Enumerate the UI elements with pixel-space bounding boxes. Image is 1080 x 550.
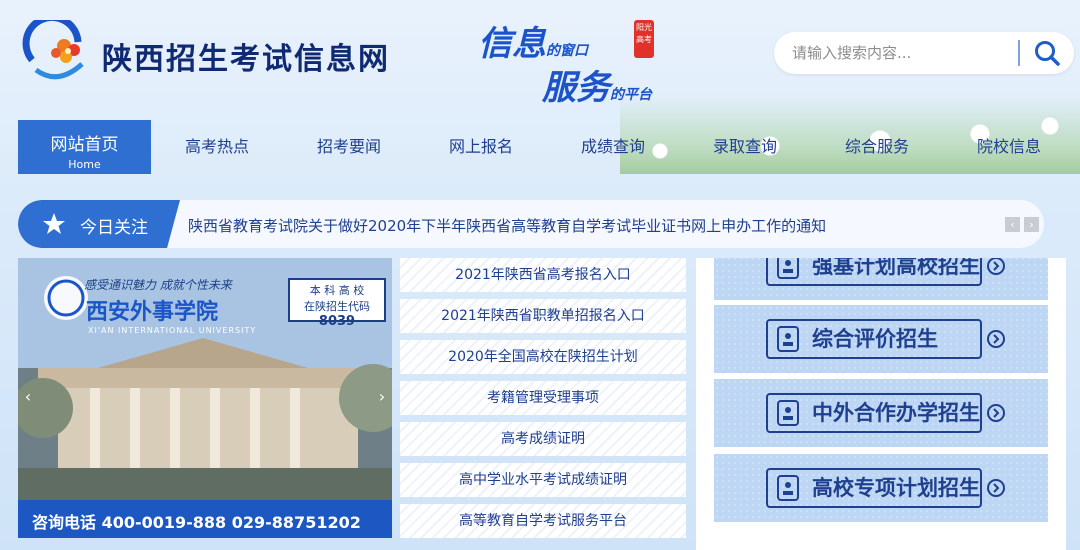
- button-label: 综合评价招生: [812, 326, 938, 351]
- site-title[interactable]: 陕西招生考试信息网: [102, 34, 390, 78]
- quick-link-score-certificate[interactable]: 高考成绩证明: [400, 422, 686, 456]
- nav-item-services[interactable]: 综合服务: [811, 120, 943, 174]
- button-label: 高校专项计划招生: [812, 475, 980, 500]
- search-box: [774, 32, 1074, 74]
- quick-link-academic-level-certificate[interactable]: 高中学业水平考试成绩证明: [400, 463, 686, 497]
- seal-stamp: 阳光高考: [634, 20, 654, 58]
- document-icon: [777, 258, 799, 279]
- strong-foundation-button[interactable]: 强基计划高校招生: [714, 258, 1048, 300]
- banner-slogan: 感受通识魅力 成就个性未来: [84, 278, 232, 292]
- badge-code: 8039: [318, 314, 356, 329]
- nav-item-admission-query[interactable]: 录取查询: [679, 120, 811, 174]
- nav-item-gaokao-hot[interactable]: 高考热点: [151, 120, 283, 174]
- document-icon: [777, 326, 799, 352]
- quick-link-registry-matters[interactable]: 考籍管理受理事项: [400, 381, 686, 415]
- quick-link-enrollment-plan[interactable]: 2020年全国高校在陕招生计划: [400, 340, 686, 374]
- nav-sublabel: Home: [68, 158, 101, 171]
- nav-item-score-query[interactable]: 成绩查询: [547, 120, 679, 174]
- nav-item-school-info[interactable]: 院校信息: [943, 120, 1075, 174]
- button-label: 中外合作办学招生: [812, 400, 980, 425]
- special-enrollment-panel: 强基计划高校招生 综合评价招生 中外合作办学招生 高校专项计划招生: [696, 258, 1066, 550]
- arrow-circle-icon: [987, 258, 1005, 275]
- banner-school-name-en: XI'AN INTERNATIONAL UNIVERSITY: [88, 326, 257, 335]
- slogan-graphic: 信息的窗口 阳光高考 服务的平台: [470, 8, 690, 108]
- badge-line1: 本 科 高 校: [309, 284, 365, 297]
- today-focus-bar: 今日关注 陕西省教育考试院关于做好2020年下半年陕西省高等教育自学考试毕业证书…: [18, 200, 1044, 248]
- banner-contact-phone: 咨询电话 400-0019-888 029-88751202: [18, 500, 392, 538]
- document-icon: [777, 475, 799, 501]
- banner-prev-arrow[interactable]: ‹: [20, 384, 36, 410]
- sino-foreign-cooperation-button[interactable]: 中外合作办学招生: [714, 379, 1048, 447]
- banner-next-arrow[interactable]: ›: [374, 384, 390, 410]
- button-label: 强基计划高校招生: [812, 258, 980, 278]
- slogan-line2: 服务: [542, 68, 610, 108]
- search-divider: [1018, 40, 1020, 66]
- quick-link-gaokao-registration[interactable]: 2021年陕西省高考报名入口: [400, 258, 686, 292]
- today-focus-label: 今日关注: [80, 218, 148, 238]
- nav-item-news[interactable]: 招考要闻: [283, 120, 415, 174]
- notice-prev-button[interactable]: ‹: [1005, 217, 1020, 232]
- school-ad-banner[interactable]: 感受通识魅力 成就个性未来 西安外事学院 XI'AN INTERNATIONAL…: [18, 258, 392, 538]
- notice-next-button[interactable]: ›: [1024, 217, 1039, 232]
- search-icon[interactable]: [1030, 38, 1064, 68]
- quick-link-self-study-platform[interactable]: 高等教育自学考试服务平台: [400, 504, 686, 538]
- badge-line2: 在陕招生代码: [304, 300, 370, 313]
- arrow-circle-icon: [987, 479, 1005, 497]
- star-icon: [43, 213, 65, 234]
- nav-item-online-registration[interactable]: 网上报名: [415, 120, 547, 174]
- search-input[interactable]: [792, 40, 1014, 66]
- notice-headline-link[interactable]: 陕西省教育考试院关于做好2020年下半年陕西省高等教育自学考试毕业证书网上申办工…: [188, 215, 826, 236]
- document-icon: [777, 400, 799, 426]
- arrow-circle-icon: [987, 404, 1005, 422]
- special-plan-button[interactable]: 高校专项计划招生: [714, 454, 1048, 522]
- quick-link-vocational-registration[interactable]: 2021年陕西省职教单招报名入口: [400, 299, 686, 333]
- arrow-circle-icon: [987, 330, 1005, 348]
- nav-item-home[interactable]: 网站首页 Home: [18, 120, 151, 174]
- banner-school-name: 西安外事学院: [86, 300, 219, 325]
- slogan-line1: 信息: [478, 24, 546, 64]
- main-nav: 网站首页 Home 高考热点 招考要闻 网上报名 成绩查询 录取查询 综合服务 …: [0, 120, 1080, 174]
- comprehensive-evaluation-button[interactable]: 综合评价招生: [714, 305, 1048, 373]
- site-logo-icon[interactable]: [22, 20, 92, 86]
- slogan-small1: 的窗口: [546, 43, 588, 59]
- today-focus-label-block: 今日关注: [18, 200, 180, 248]
- banner-enrollment-code-badge: 本 科 高 校 在陕招生代码8039: [288, 278, 386, 329]
- nav-label: 网站首页: [50, 135, 119, 155]
